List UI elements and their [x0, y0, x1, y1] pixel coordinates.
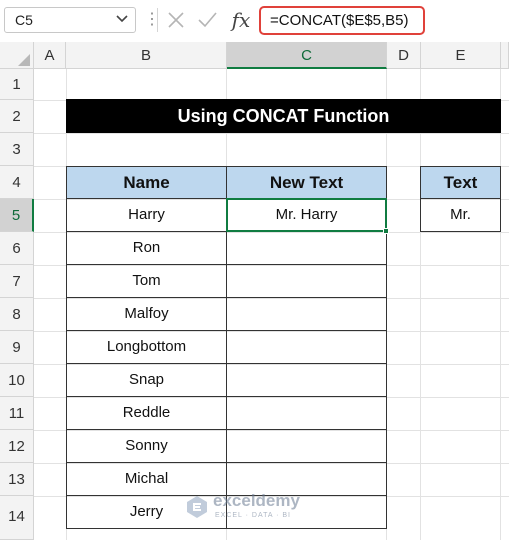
select-all-triangle-icon: [18, 54, 30, 66]
gridline: [34, 133, 509, 134]
column-header-a[interactable]: A: [34, 42, 66, 69]
cell-b7[interactable]: Tom: [66, 264, 227, 298]
cell-b12[interactable]: Sonny: [66, 429, 227, 463]
watermark-logo: exceldemy EXCEL · DATA · BI: [185, 491, 335, 527]
row-header-13[interactable]: 13: [0, 463, 34, 496]
sheet-title[interactable]: Using CONCAT Function: [66, 99, 501, 133]
cell-c11[interactable]: [226, 396, 387, 430]
cell-c10[interactable]: [226, 363, 387, 397]
header-text[interactable]: Text: [420, 166, 501, 199]
fill-handle[interactable]: [383, 228, 389, 234]
chevron-down-icon[interactable]: [112, 9, 132, 29]
row-header-6[interactable]: 6: [0, 232, 34, 265]
formula-input[interactable]: =CONCAT($E$5,B5): [259, 6, 425, 35]
cell-b8[interactable]: Malfoy: [66, 297, 227, 331]
formula-bar: C5 ⋮ fx =CONCAT($E$5,B5): [0, 0, 509, 42]
cell-c12[interactable]: [226, 429, 387, 463]
row-header-9[interactable]: 9: [0, 331, 34, 364]
gridline: [500, 69, 501, 540]
row-header-2[interactable]: 2: [0, 100, 34, 133]
row-header-5[interactable]: 5: [0, 199, 34, 232]
row-header-3[interactable]: 3: [0, 133, 34, 166]
active-cell-border: [226, 198, 387, 232]
insert-function-icon[interactable]: fx: [228, 5, 254, 35]
gridline: [420, 69, 421, 540]
cell-b9[interactable]: Longbottom: [66, 330, 227, 364]
header-new-text[interactable]: New Text: [226, 166, 387, 199]
column-header-e[interactable]: E: [421, 42, 501, 69]
row-header-11[interactable]: 11: [0, 397, 34, 430]
checkmark-icon[interactable]: [196, 9, 218, 31]
row-header-1[interactable]: 1: [0, 69, 34, 100]
cell-b5[interactable]: Harry: [66, 198, 227, 232]
column-header-b[interactable]: B: [66, 42, 227, 69]
watermark-name: exceldemy: [213, 491, 300, 510]
row-header-14[interactable]: 14: [0, 496, 34, 540]
exceldemy-logo-icon: [185, 495, 209, 519]
cell-c6[interactable]: [226, 231, 387, 265]
row-header-8[interactable]: 8: [0, 298, 34, 331]
row-header-10[interactable]: 10: [0, 364, 34, 397]
cell-b6[interactable]: Ron: [66, 231, 227, 265]
column-header-d[interactable]: D: [387, 42, 421, 69]
cell-e5[interactable]: Mr.: [420, 198, 501, 232]
cell-c7[interactable]: [226, 264, 387, 298]
row-header-7[interactable]: 7: [0, 265, 34, 298]
watermark-tagline: EXCEL · DATA · BI: [215, 512, 291, 519]
column-header-f[interactable]: [501, 42, 509, 69]
cell-b10[interactable]: Snap: [66, 363, 227, 397]
more-icon: ⋮: [144, 11, 160, 28]
cancel-icon[interactable]: [165, 9, 187, 31]
cell-c9[interactable]: [226, 330, 387, 364]
header-name[interactable]: Name: [66, 166, 227, 199]
cell-c8[interactable]: [226, 297, 387, 331]
row-header-4[interactable]: 4: [0, 166, 34, 199]
divider: [157, 8, 158, 32]
column-header-c[interactable]: C: [227, 42, 387, 69]
cell-b11[interactable]: Reddle: [66, 396, 227, 430]
row-header-12[interactable]: 12: [0, 430, 34, 463]
